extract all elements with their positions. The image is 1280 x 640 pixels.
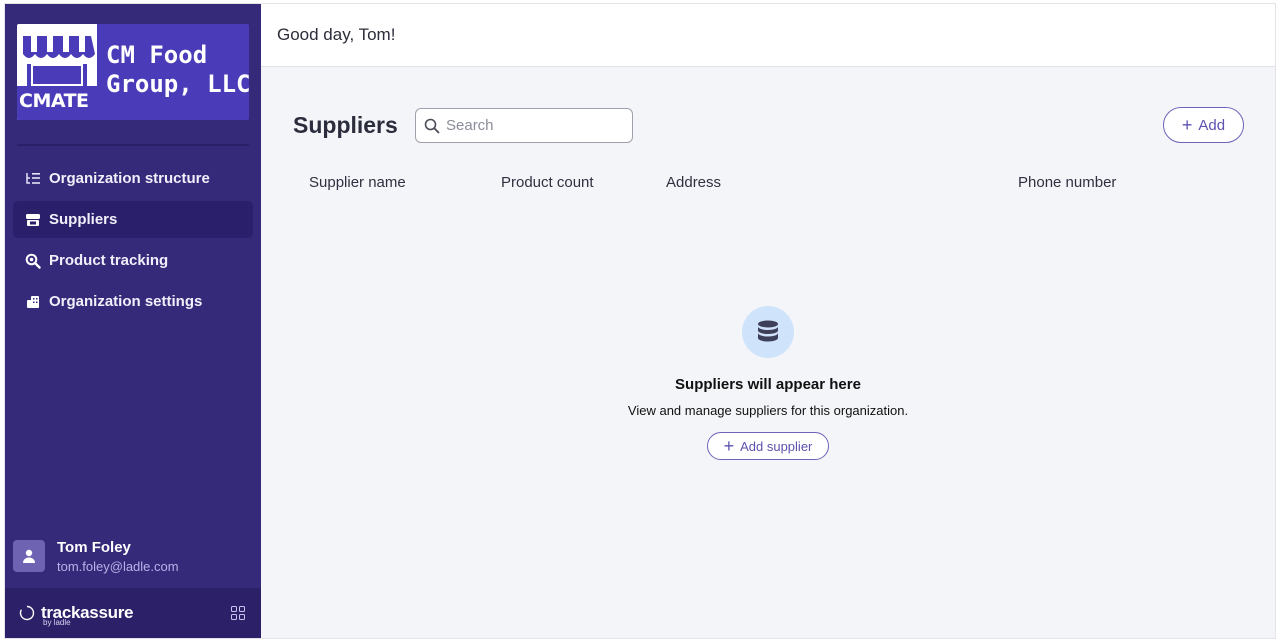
sidebar-nav: Organization structure Suppliers Product…: [13, 160, 253, 324]
sidebar-item-label: Organization structure: [49, 170, 210, 187]
grid-apps-icon[interactable]: [231, 606, 245, 625]
column-header-product-count[interactable]: Product count: [501, 174, 594, 191]
search-input[interactable]: [446, 117, 616, 134]
top-bar: Good day, Tom!: [261, 4, 1275, 67]
add-supplier-button[interactable]: + Add supplier: [707, 432, 829, 460]
add-button[interactable]: + Add: [1163, 107, 1244, 143]
org-name-line2: Group, LLC: [106, 70, 249, 98]
avatar: [13, 540, 45, 572]
sidebar-item-label: Product tracking: [49, 252, 169, 269]
brand-by-line: by ladle: [43, 618, 71, 627]
app-window: CMATE CM Food Group, LLC Organization st…: [4, 3, 1276, 639]
plus-icon: +: [1181, 115, 1193, 135]
main-content: Good day, Tom! Suppliers + Add Supplier …: [261, 4, 1275, 638]
list-tree-icon: [25, 171, 41, 187]
column-header-supplier-name[interactable]: Supplier name: [309, 174, 406, 191]
user-name: Tom Foley: [57, 538, 131, 556]
empty-state-title: Suppliers will appear here: [675, 376, 861, 393]
empty-state-description: View and manage suppliers for this organ…: [627, 403, 909, 418]
logo-badge-text: CMATE: [19, 90, 89, 112]
sidebar-item-suppliers[interactable]: Suppliers: [13, 201, 253, 238]
brand-footer: trackassure by ladle: [5, 588, 261, 638]
sidebar: CMATE CM Food Group, LLC Organization st…: [5, 4, 261, 638]
user-profile[interactable]: Tom Foley tom.foley@ladle.com: [13, 534, 253, 578]
sidebar-divider: [17, 144, 249, 146]
user-info: Tom Foley tom.foley@ladle.com: [57, 539, 179, 574]
building-icon: [25, 294, 41, 310]
database-icon: [742, 306, 794, 358]
sidebar-item-organization-structure[interactable]: Organization structure: [13, 160, 253, 197]
user-email: tom.foley@ladle.com: [57, 558, 179, 574]
user-icon: [23, 549, 35, 563]
sidebar-item-label: Suppliers: [49, 211, 118, 228]
empty-state: Suppliers will appear here View and mana…: [261, 306, 1275, 460]
org-name-line1: CM Food: [106, 41, 208, 69]
sidebar-item-organization-settings[interactable]: Organization settings: [13, 283, 253, 320]
trackassure-logo-icon: [19, 605, 35, 621]
search-icon: [424, 118, 440, 133]
org-name: CM Food Group, LLC: [106, 41, 249, 99]
column-header-address[interactable]: Address: [666, 174, 721, 191]
search-magnify-icon: [25, 253, 41, 269]
column-header-phone-number[interactable]: Phone number: [1018, 174, 1116, 191]
storefront-icon: [25, 212, 41, 228]
add-button-label: Add: [1198, 116, 1226, 134]
sidebar-item-label: Organization settings: [49, 293, 203, 310]
org-logo[interactable]: CMATE CM Food Group, LLC: [17, 24, 249, 120]
search-box[interactable]: [415, 108, 633, 143]
plus-icon: +: [723, 436, 735, 456]
add-supplier-label: Add supplier: [740, 438, 813, 454]
sidebar-item-product-tracking[interactable]: Product tracking: [13, 242, 253, 279]
greeting-text: Good day, Tom!: [277, 25, 396, 44]
page-title: Suppliers: [293, 112, 398, 138]
